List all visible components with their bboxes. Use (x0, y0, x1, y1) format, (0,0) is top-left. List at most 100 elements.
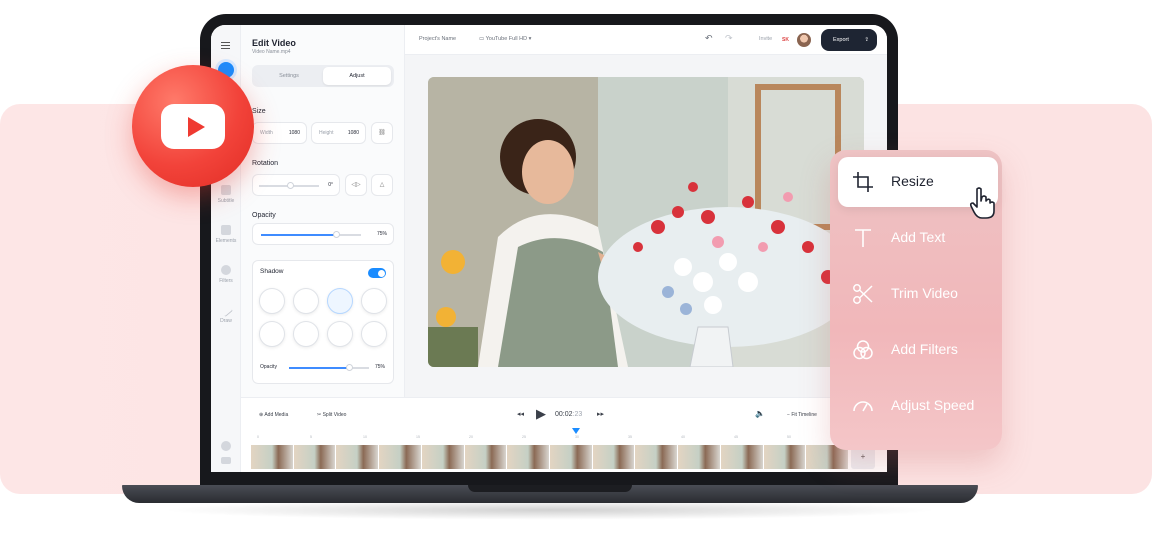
add-media-button[interactable]: ⊕ Add Media (259, 412, 288, 418)
sidebar-item-label: Subtitle (217, 198, 235, 204)
shadow-opacity-slider-knob[interactable] (345, 364, 353, 371)
rewind-icon: ◂◂ (517, 411, 525, 418)
help-button[interactable] (211, 441, 241, 454)
width-field[interactable]: Width 1080 (252, 122, 307, 144)
link-ratio-button[interactable]: ⛓ (371, 122, 393, 144)
ruler-tick: 0 (257, 435, 259, 439)
menu-item-label: Resize (891, 173, 934, 189)
shadow-preset[interactable] (293, 321, 319, 347)
plus-icon: ⊕ (259, 412, 264, 418)
shadow-preset[interactable] (361, 288, 387, 314)
width-label: Width (260, 130, 273, 136)
timeline-frame (251, 445, 293, 469)
hamburger-menu-icon[interactable] (221, 42, 230, 49)
shadow-preset[interactable] (259, 321, 285, 347)
video-canvas (405, 55, 887, 397)
sidebar-item-filters[interactable]: Filters (211, 265, 241, 284)
split-video-button[interactable]: ✂ Split Video (317, 412, 346, 418)
shadow-toggle[interactable] (368, 268, 386, 278)
hand-cursor-icon (969, 187, 995, 219)
fit-timeline-button[interactable]: − Fit Timeline (787, 412, 817, 418)
forward-button[interactable]: ▸▸ (597, 410, 604, 418)
shadow-label: Shadow (260, 268, 284, 275)
redo-button[interactable]: ↷ (725, 33, 733, 44)
sidebar-item-label: Elements (215, 238, 237, 244)
filters-icon (221, 265, 231, 275)
flip-vertical-button[interactable]: △ (371, 174, 393, 196)
volume-icon: 🔈 (755, 409, 765, 418)
shadow-preset[interactable] (293, 288, 319, 314)
elements-icon (221, 225, 231, 235)
timeline-frame (421, 445, 464, 469)
menu-item-label: Trim Video (891, 285, 958, 301)
speedometer-icon (853, 401, 873, 412)
volume-button[interactable]: 🔈 (755, 409, 765, 418)
shadow-opacity-label: Opacity (260, 364, 277, 370)
timeline-frame (507, 445, 550, 469)
menu-item-adjust-speed[interactable]: Adjust Speed (838, 381, 998, 431)
rotation-field[interactable]: 0° (252, 174, 340, 196)
size-label: Size (252, 108, 266, 115)
play-icon (188, 117, 205, 137)
shadow-preset[interactable] (361, 321, 387, 347)
sidebar-item-elements[interactable]: Elements (211, 225, 241, 244)
export-button[interactable]: Export ⇪ (821, 29, 877, 51)
shadow-preset-selected[interactable] (327, 288, 353, 314)
timeline-ruler: 0 5 10 15 20 25 30 35 40 45 50 (241, 431, 887, 445)
play-icon: ▶ (536, 406, 546, 421)
format-select[interactable]: ▭ YouTube Full HD ▾ (479, 36, 531, 42)
rotation-slider-knob[interactable] (287, 182, 294, 189)
shadow-opacity-slider-fill (289, 367, 349, 369)
height-label: Height (319, 130, 334, 136)
keyboard-button[interactable] (211, 457, 241, 467)
sidebar-item-subtitle[interactable]: Subtitle (211, 185, 241, 204)
flip-horizontal-button[interactable]: ◁▷ (345, 174, 367, 196)
timeline-frame (550, 445, 592, 469)
chevron-down-icon: ▾ (528, 36, 532, 42)
tab-adjust[interactable]: Adjust (323, 67, 391, 85)
florist-photo (428, 77, 864, 367)
menu-item-add-filters[interactable]: Add Filters (838, 325, 998, 375)
project-name[interactable]: Project's Name (419, 36, 456, 42)
undo-button[interactable]: ↶ (705, 33, 713, 44)
filters-icon (853, 340, 873, 360)
height-field[interactable]: Height 1080 (311, 122, 366, 144)
play-button[interactable]: ▶ (536, 406, 546, 422)
shadow-section: Shadow Opacity 75% (252, 260, 394, 384)
opacity-slider[interactable] (261, 231, 361, 238)
tab-settings[interactable]: Settings (255, 67, 323, 85)
ruler-tick: 15 (416, 435, 420, 439)
invite-button[interactable]: Invite (759, 36, 772, 42)
ruler-tick: 50 (787, 435, 791, 439)
timeline-track[interactable] (251, 445, 849, 469)
timeline-frame (763, 445, 806, 469)
width-value: 1080 (288, 130, 300, 136)
laptop-shadow (160, 500, 940, 520)
file-name: Video Name.mp4 (252, 49, 291, 55)
menu-item-add-text[interactable]: Add Text (838, 213, 998, 263)
redo-icon: ↷ (725, 33, 733, 43)
timeline-frame (678, 445, 720, 469)
shadow-preset[interactable] (327, 321, 353, 347)
forward-icon: ▸▸ (597, 411, 605, 418)
menu-item-trim-video[interactable]: Trim Video (838, 269, 998, 319)
avatar[interactable] (797, 33, 811, 47)
shadow-preset[interactable] (259, 288, 285, 314)
sidebar-item-draw[interactable]: Draw (211, 302, 241, 324)
ruler-tick: 45 (734, 435, 738, 439)
playhead-marker[interactable] (572, 428, 580, 434)
opacity-slider-knob[interactable] (332, 231, 340, 238)
rewind-button[interactable]: ◂◂ (517, 410, 524, 418)
youtube-logo-badge (132, 65, 254, 187)
ruler-tick: 5 (310, 435, 312, 439)
flip-vertical-icon: △ (379, 182, 385, 188)
timeline-frame (720, 445, 763, 469)
rotation-value: 0° (328, 182, 333, 188)
ruler-tick: 20 (469, 435, 473, 439)
sidebar-item-label: Filters (219, 278, 233, 284)
shadow-opacity-slider[interactable] (289, 364, 369, 371)
flip-horizontal-icon: ◁▷ (351, 182, 361, 188)
menu-item-label: Add Filters (891, 341, 958, 357)
video-preview-image[interactable] (428, 77, 864, 367)
rotation-slider[interactable] (259, 182, 319, 189)
